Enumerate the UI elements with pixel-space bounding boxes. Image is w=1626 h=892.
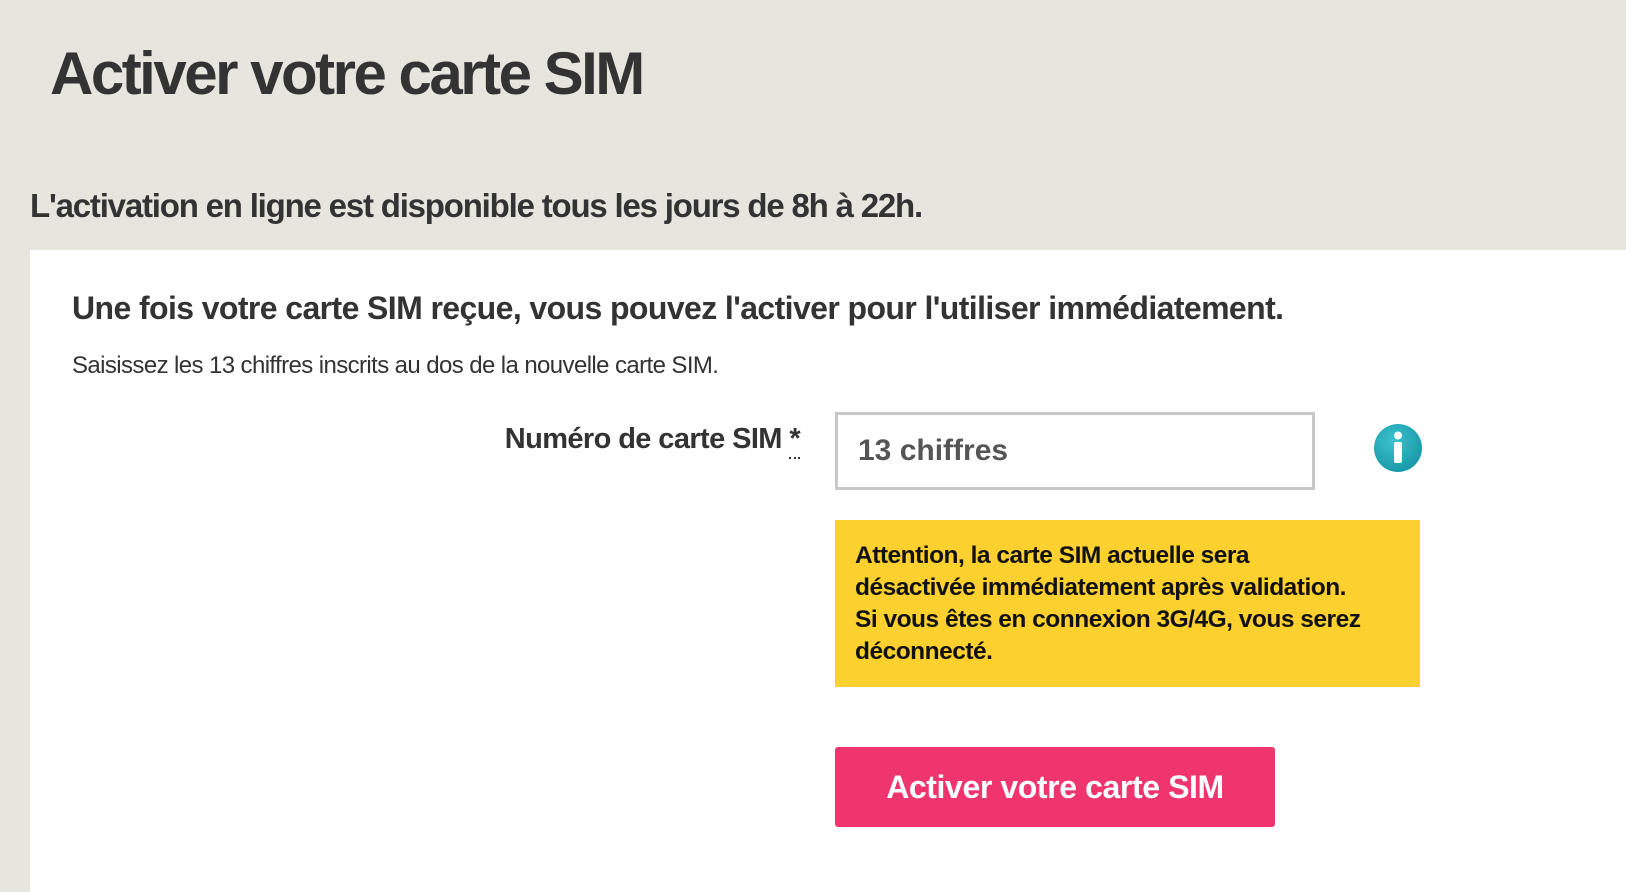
sim-number-label: Numéro de carte SIM * (504, 420, 801, 459)
activate-sim-button[interactable]: Activer votre carte SIM (835, 747, 1275, 827)
warning-line-2: désactivée immédiatement après validatio… (855, 574, 1347, 601)
availability-notice: L'activation en ligne est disponible tou… (30, 187, 923, 224)
panel-heading: Une fois votre carte SIM reçue, vous pou… (72, 290, 1284, 326)
warning-line-1: Attention, la carte SIM actuelle sera (855, 542, 1250, 569)
warning-line-4: déconnecté. (855, 638, 993, 665)
sim-number-input[interactable] (835, 412, 1315, 490)
info-icon[interactable] (1373, 423, 1423, 473)
warning-text: Attention, la carte SIM actuelle sera dé… (855, 540, 1400, 668)
instructions-text: Saisissez les 13 chiffres inscrits au do… (72, 352, 719, 379)
warning-line-3: Si vous êtes en connexion 3G/4G, vous se… (855, 606, 1361, 633)
sim-number-label-text: Numéro de carte SIM (504, 423, 783, 455)
required-asterisk: * (789, 423, 801, 459)
warning-box: Attention, la carte SIM actuelle sera dé… (835, 520, 1420, 687)
page-title: Activer votre carte SIM (50, 40, 645, 107)
activation-panel: Une fois votre carte SIM reçue, vous pou… (30, 250, 1626, 892)
